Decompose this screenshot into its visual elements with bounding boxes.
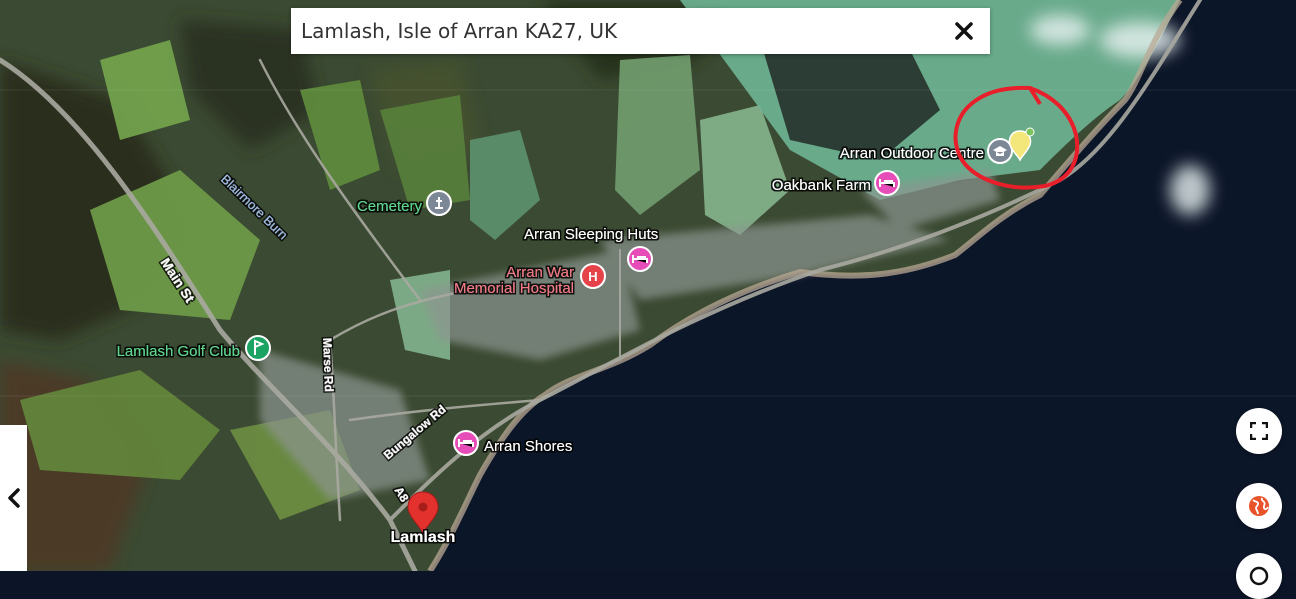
previous-panel-button[interactable] [0, 425, 27, 571]
close-icon [955, 22, 973, 40]
clear-search-button[interactable] [944, 8, 984, 54]
chevron-left-icon [7, 488, 20, 508]
cemetery-icon [426, 190, 452, 216]
place-label-line2: Memorial Hospital [454, 280, 574, 297]
school-icon [987, 138, 1013, 164]
place-label-line1: Arran War [506, 264, 574, 281]
golf-icon [245, 335, 271, 361]
globe-view-button[interactable] [1236, 483, 1282, 529]
hotel-icon [627, 246, 653, 272]
fullscreen-button[interactable] [1236, 408, 1282, 454]
hotel-icon [874, 170, 900, 196]
fullscreen-icon [1250, 422, 1268, 440]
place-label: Lamlash Golf Club [117, 343, 240, 360]
search-input[interactable]: Lamlash, Isle of Arran KA27, UK [291, 19, 944, 43]
place-label: Arran Sleeping Huts [524, 226, 658, 243]
place-label: Arran Shores [484, 438, 572, 455]
svg-text:H: H [588, 269, 597, 284]
map-control-button[interactable] [1236, 553, 1282, 599]
hospital-icon: H [580, 263, 606, 289]
hotel-icon [453, 430, 479, 456]
layers-icon [1249, 566, 1269, 586]
road-label-marse-rd: Marse Rd [320, 338, 336, 392]
place-label: Cemetery [357, 198, 423, 215]
place-label: Lamlash [391, 529, 456, 546]
globe-icon [1249, 496, 1269, 516]
search-bar[interactable]: Lamlash, Isle of Arran KA27, UK [291, 8, 990, 54]
satellite-map[interactable]: Main St Blairmore Burn Marse Rd Bungalow… [0, 0, 1296, 571]
place-label: Oakbank Farm [772, 177, 871, 194]
